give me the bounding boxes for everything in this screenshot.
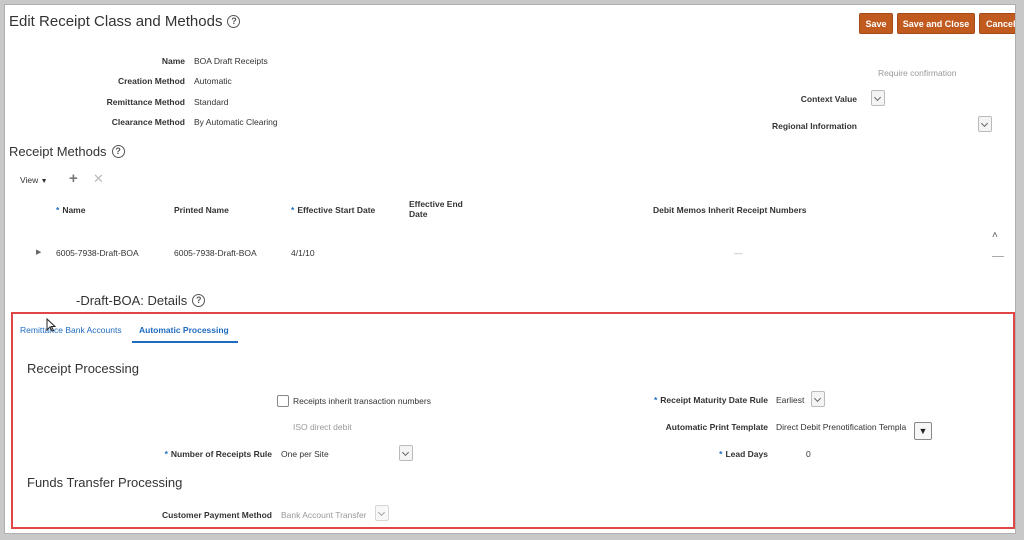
number-of-receipts-rule-label: * Number of Receipts Rule <box>164 449 272 459</box>
creation-method-value: Automatic <box>194 76 232 86</box>
context-value-label: Context Value <box>800 94 857 104</box>
page-title-text: Edit Receipt Class and Methods <box>9 13 223 30</box>
customer-payment-method-dropdown[interactable] <box>375 505 389 521</box>
scrollbar-thumb[interactable] <box>992 256 1004 257</box>
inherit-transaction-numbers-label: Receipts inherit transaction numbers <box>293 396 431 406</box>
column-header-end-date-line2: Date <box>409 209 428 219</box>
tab-automatic-processing[interactable]: Automatic Processing <box>139 325 229 335</box>
caret-down-icon[interactable]: ▼ <box>914 422 932 440</box>
cancel-button[interactable]: Cancel <box>979 13 1015 34</box>
details-title-text: -Draft-BOA: Details <box>76 293 188 308</box>
column-header-debit-memos[interactable]: Debit Memos Inherit Receipt Numbers <box>653 205 807 215</box>
column-header-effective-start-date[interactable]: * Effective Start Date <box>291 205 375 215</box>
receipt-maturity-date-rule-text: Receipt Maturity Date Rule <box>660 395 768 405</box>
row-name: 6005-7938-Draft-BOA <box>56 248 139 258</box>
lead-days-label: * Lead Days <box>719 449 768 459</box>
name-value: BOA Draft Receipts <box>194 56 268 66</box>
automatic-print-template-value[interactable]: Direct Debit Prenotification Templa <box>776 422 910 432</box>
column-header-name[interactable]: * Name <box>56 205 85 215</box>
help-icon[interactable]: ? <box>227 15 241 28</box>
column-header-effective-end-date[interactable]: Effective End Date <box>409 199 463 219</box>
details-title: -Draft-BOA: Details? <box>76 293 206 308</box>
customer-payment-method-label: Customer Payment Method <box>161 510 272 520</box>
require-confirmation-label: Require confirmation <box>878 68 957 78</box>
regional-information-dropdown[interactable] <box>978 116 992 132</box>
funds-transfer-processing-title: Funds Transfer Processing <box>27 475 183 490</box>
expand-row-icon[interactable]: ▶ <box>36 248 41 256</box>
help-icon[interactable]: ? <box>192 294 206 307</box>
clearance-method-value: By Automatic Clearing <box>194 117 278 127</box>
active-tab-indicator <box>132 341 238 343</box>
caret-down-icon: ▼ <box>40 178 48 185</box>
save-and-close-button[interactable]: Save and Close <box>897 13 975 34</box>
inherit-transaction-numbers-checkbox[interactable] <box>277 395 289 407</box>
automatic-print-template-label: Automatic Print Template <box>665 422 768 432</box>
number-of-receipts-rule-dropdown[interactable] <box>399 445 413 461</box>
column-header-name-text: Name <box>62 205 86 215</box>
number-of-receipts-rule-text: Number of Receipts Rule <box>170 449 272 459</box>
creation-method-label: Creation Method <box>117 76 185 86</box>
delete-icon[interactable]: ✕ <box>93 171 104 187</box>
iso-direct-debit-label: ISO direct debit <box>293 422 352 432</box>
chevron-up-icon[interactable]: ˄ <box>992 230 998 241</box>
row-debit-memos: — <box>734 248 743 258</box>
view-menu[interactable]: View ▼ <box>20 175 48 185</box>
app-window: Edit Receipt Class and Methods? Save Sav… <box>4 4 1016 534</box>
receipt-maturity-date-rule-dropdown[interactable] <box>811 391 825 407</box>
remittance-method-label: Remittance Method <box>106 97 185 107</box>
view-menu-label: View <box>20 175 39 185</box>
receipt-maturity-date-rule-value: Earliest <box>776 395 805 405</box>
name-label: Name <box>161 56 185 66</box>
receipt-methods-title: Receipt Methods? <box>9 144 125 159</box>
column-header-end-date-line1: Effective End <box>409 199 463 209</box>
clearance-method-label: Clearance Method <box>111 117 185 127</box>
context-value-dropdown[interactable] <box>871 90 885 106</box>
lead-days-value[interactable]: 0 <box>806 449 811 459</box>
highlight-box <box>11 312 1015 529</box>
number-of-receipts-rule-value: One per Site <box>281 449 329 459</box>
save-button[interactable]: Save <box>859 13 893 34</box>
tab-remittance-bank-accounts[interactable]: Remittance Bank Accounts <box>20 325 122 335</box>
regional-information-label: Regional Information <box>772 121 857 131</box>
column-header-start-date-text: Effective Start Date <box>297 205 376 215</box>
customer-payment-method-value: Bank Account Transfer <box>281 510 367 520</box>
column-header-printed-name[interactable]: Printed Name <box>174 205 229 215</box>
row-start-date: 4/1/10 <box>291 248 315 258</box>
receipt-methods-title-text: Receipt Methods <box>9 144 107 159</box>
mouse-cursor-icon <box>46 317 57 332</box>
help-icon[interactable]: ? <box>111 145 125 158</box>
row-printed-name: 6005-7938-Draft-BOA <box>174 248 257 258</box>
remittance-method-value: Standard <box>194 97 229 107</box>
receipt-maturity-date-rule-label: * Receipt Maturity Date Rule <box>653 395 768 405</box>
receipt-processing-title: Receipt Processing <box>27 361 139 376</box>
lead-days-text: Lead Days <box>725 449 768 459</box>
page-title: Edit Receipt Class and Methods? <box>9 13 241 30</box>
add-icon[interactable]: + <box>69 170 78 187</box>
